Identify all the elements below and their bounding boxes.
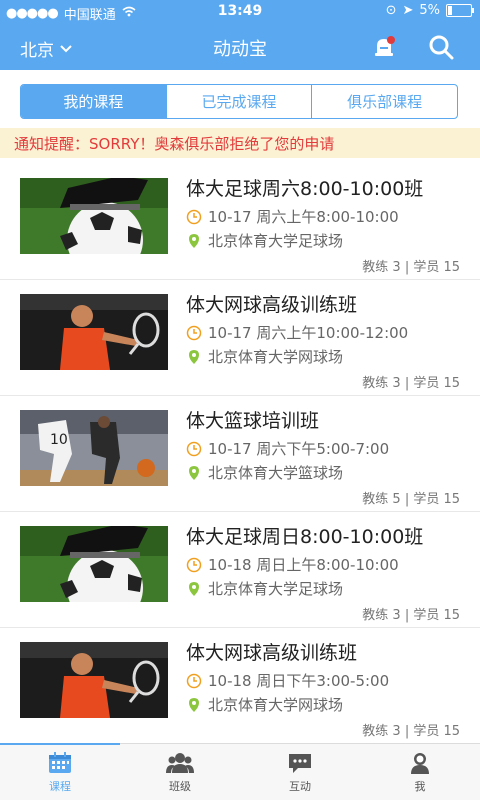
battery-icon xyxy=(446,4,474,17)
clock-icon xyxy=(186,441,202,456)
tab-courses-label: 课程 xyxy=(49,779,71,793)
course-tabs: 我的课程 已完成课程 俱乐部课程 xyxy=(20,84,458,119)
course-place: 北京体育大学网球场 xyxy=(208,348,344,366)
tab-courses[interactable]: 课程 xyxy=(0,744,120,800)
tab-interact-label: 互动 xyxy=(289,779,311,793)
course-item[interactable]: 体大足球周六8:00-10:00班 10-17 周六上午8:00-10:00 北… xyxy=(0,164,480,280)
coach-count: 教练 5 xyxy=(362,492,401,507)
course-place: 北京体育大学足球场 xyxy=(208,232,344,250)
calendar-icon xyxy=(49,751,71,773)
location-pin-icon xyxy=(189,233,199,248)
user-profile-icon xyxy=(411,752,429,774)
nav-bar: 北京 动动宝 xyxy=(0,24,480,70)
course-list: 体大足球周六8:00-10:00班 10-17 周六上午8:00-10:00 北… xyxy=(0,164,480,744)
course-time: 10-17 周六上午10:00-12:00 xyxy=(208,324,409,342)
notice-banner[interactable]: 通知提醒：SORRY！奥森俱乐部拒绝了您的申请 xyxy=(0,128,480,158)
course-title: 体大网球高级训练班 xyxy=(186,294,358,316)
course-item[interactable]: 体大足球周日8:00-10:00班 10-18 周日上午8:00-10:00 北… xyxy=(0,512,480,628)
page-title: 动动宝 xyxy=(213,39,267,60)
course-time: 10-18 周日下午3:00-5:00 xyxy=(208,672,390,690)
coach-count: 教练 3 xyxy=(362,376,401,391)
coach-count: 教练 3 xyxy=(362,260,401,275)
course-thumbnail-soccer xyxy=(20,178,168,254)
student-count: | 学员 15 xyxy=(404,724,460,739)
clock-icon xyxy=(186,557,202,572)
location-pin-icon xyxy=(189,465,199,480)
bottom-tab-bar: 课程 班级 互动 我 xyxy=(0,743,480,800)
student-count: | 学员 15 xyxy=(404,260,460,275)
student-count: | 学员 15 xyxy=(404,608,460,623)
location-pin-icon xyxy=(189,697,199,712)
search-icon[interactable] xyxy=(428,34,454,60)
notification-bell-icon[interactable] xyxy=(370,33,398,61)
course-title: 体大足球周日8:00-10:00班 xyxy=(186,526,424,548)
location-pin-icon xyxy=(189,349,199,364)
tab-class-label: 班级 xyxy=(169,779,191,793)
course-time: 10-17 周六下午5:00-7:00 xyxy=(208,440,390,458)
location-pin-icon xyxy=(189,581,199,596)
status-bar: ●●●●● 中国联通 13:49 ⊙ ➤ 5% xyxy=(0,0,480,24)
tab-interact[interactable]: 互动 xyxy=(240,744,360,800)
course-title: 体大网球高级训练班 xyxy=(186,642,358,664)
coach-count: 教练 3 xyxy=(362,724,401,739)
active-tab-indicator xyxy=(0,743,120,745)
battery-percent: 5% xyxy=(419,3,440,18)
tab-me[interactable]: 我 xyxy=(360,744,480,800)
course-time: 10-17 周六上午8:00-10:00 xyxy=(208,208,399,226)
clock-icon xyxy=(186,673,202,688)
course-thumbnail-tennis xyxy=(20,294,168,370)
course-place: 北京体育大学篮球场 xyxy=(208,464,344,482)
clock-icon xyxy=(186,209,202,224)
student-count: | 学员 15 xyxy=(404,376,460,391)
chat-bubble-icon xyxy=(289,753,311,773)
course-item[interactable]: 体大网球高级训练班 10-17 周六上午10:00-12:00 北京体育大学网球… xyxy=(0,280,480,396)
tab-my-courses[interactable]: 我的课程 xyxy=(21,85,167,118)
group-icon xyxy=(166,752,194,773)
tab-completed-courses[interactable]: 已完成课程 xyxy=(167,85,313,118)
course-thumbnail-soccer xyxy=(20,526,168,602)
tab-me-label: 我 xyxy=(414,779,426,793)
location-arrow-icon: ➤ xyxy=(402,3,414,18)
student-count: | 学员 15 xyxy=(404,492,460,507)
tab-class[interactable]: 班级 xyxy=(120,744,240,800)
course-title: 体大足球周六8:00-10:00班 xyxy=(186,178,424,200)
tab-club-courses[interactable]: 俱乐部课程 xyxy=(312,85,457,118)
course-time: 10-18 周日上午8:00-10:00 xyxy=(208,556,399,574)
course-place: 北京体育大学网球场 xyxy=(208,696,344,714)
course-place: 北京体育大学足球场 xyxy=(208,580,344,598)
course-thumbnail-tennis xyxy=(20,642,168,718)
svg-text:10: 10 xyxy=(50,432,68,448)
course-item[interactable]: 10 体大篮球培训班 10-17 周六下午5:00-7:00 北京体育大学篮球场… xyxy=(0,396,480,512)
coach-count: 教练 3 xyxy=(362,608,401,623)
rotation-lock-icon: ⊙ xyxy=(385,3,397,18)
clock-icon xyxy=(186,325,202,340)
notice-text: 通知提醒：SORRY！奥森俱乐部拒绝了您的申请 xyxy=(14,134,335,153)
course-thumbnail-basketball: 10 xyxy=(20,410,168,486)
course-item[interactable]: 体大网球高级训练班 10-18 周日下午3:00-5:00 北京体育大学网球场 … xyxy=(0,628,480,744)
course-title: 体大篮球培训班 xyxy=(186,410,320,432)
